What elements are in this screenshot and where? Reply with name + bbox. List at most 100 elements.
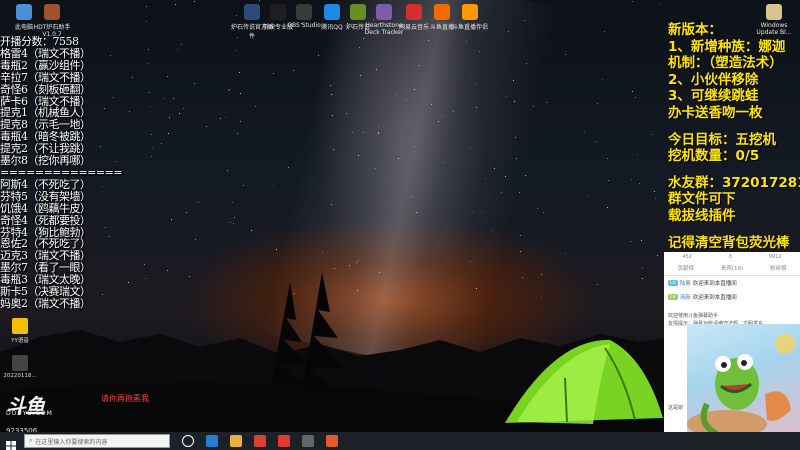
score-overlay: 开播分数：7558 格雷4（瑞文不播） 毒瓶2（赢沙组件） 辛拉7（瑞文不播） 奇怪6（…: [0, 36, 123, 310]
desktop-icon-yy[interactable]: YY语音: [0, 318, 40, 344]
star: [542, 212, 544, 214]
stat-gifts: 8: [728, 254, 732, 260]
taskbar-app-icon[interactable]: [254, 435, 266, 447]
star: [415, 211, 417, 213]
overlay-line: 芬特5（没有架墙）: [0, 189, 91, 203]
notice-line: 3、可继续跳蛙: [668, 88, 759, 105]
star: [254, 105, 256, 107]
overlay-line: 奇怪4（死都要投）: [0, 213, 91, 227]
star: [638, 182, 640, 184]
star: [258, 0, 260, 1]
tab-fans[interactable]: 粉丝榜: [770, 264, 787, 272]
chat-user[interactable]: 清新: [680, 293, 691, 301]
star: [357, 154, 359, 156]
star: [518, 192, 520, 194]
star: [465, 40, 467, 42]
app-icon: [766, 4, 782, 20]
star: [195, 238, 197, 240]
stream-notice: 新版本： 1、新增种族：娜迦 机制：（塑造法术） 2、小伙伴移除 3、可继续跳蛙 办卡送香…: [668, 22, 800, 251]
taskbar-app-icon[interactable]: [206, 435, 218, 447]
star: [150, 155, 152, 157]
chat-text: 欢迎来到本直播间: [692, 295, 737, 301]
star: [104, 226, 106, 228]
star: [102, 185, 104, 187]
star: [273, 184, 275, 186]
taskbar-app-icon[interactable]: [182, 435, 194, 447]
overlay-line: 奇怪6（刻板砸翻）: [0, 82, 91, 96]
star: [512, 80, 514, 81]
star: [232, 222, 234, 224]
star: [410, 195, 412, 197]
desktop-icon[interactable]: HDT炉石助手V1.0.7: [30, 4, 74, 38]
notice-line: 挖机数量：0/5: [668, 148, 760, 165]
star: [180, 44, 182, 46]
app-icon: [376, 4, 392, 20]
windows-start-icon[interactable]: [6, 436, 16, 450]
star: [362, 37, 364, 39]
taskbar: ⌕ 在这里输入你要搜索的内容: [0, 432, 800, 450]
level-badge: Lv: [668, 294, 678, 300]
star: [607, 158, 609, 160]
taskbar-search[interactable]: ⌕ 在这里输入你要搜索的内容: [24, 434, 170, 448]
star: [287, 166, 289, 168]
star: [597, 103, 599, 105]
star: [427, 39, 429, 41]
star: [331, 93, 333, 95]
star: [205, 125, 207, 127]
star: [532, 105, 534, 107]
star: [151, 134, 153, 136]
system-text: 欢迎使用斗鱼弹幕助手: [668, 313, 719, 319]
overlay-line: 阿斯4（不死吃了）: [0, 177, 91, 191]
tab-contrib[interactable]: 贡献榜: [677, 264, 694, 272]
star: [148, 63, 150, 65]
star: [601, 79, 603, 81]
desktop-icon[interactable]: 斗鱼直播伴侣: [448, 4, 492, 31]
star: [546, 102, 548, 104]
star: [637, 154, 639, 156]
star: [230, 221, 232, 223]
star: [524, 174, 526, 176]
star: [607, 207, 609, 209]
star: [103, 107, 105, 109]
tab-vip[interactable]: 贵宾(19): [721, 264, 743, 272]
star: [565, 50, 567, 52]
star: [234, 216, 236, 218]
star: [239, 93, 241, 95]
star: [166, 76, 168, 78]
desktop-icon-file[interactable]: 20220118...: [0, 355, 40, 379]
star: [654, 190, 656, 192]
level-badge: Lv: [668, 280, 678, 286]
stat-fans: 452: [682, 254, 692, 260]
star: [430, 103, 432, 105]
chat-user[interactable]: 陆离: [680, 279, 691, 287]
taskbar-app-icon[interactable]: [302, 435, 314, 447]
star: [523, 20, 525, 21]
star: [243, 184, 245, 186]
danmaku-red-text: 请你再拖素我: [101, 394, 149, 403]
star: [640, 239, 642, 241]
desktop-icon-label: YY语音: [11, 338, 29, 344]
taskbar-app-icon[interactable]: [278, 435, 290, 447]
search-icon: ⌕: [29, 437, 33, 444]
star: [169, 117, 171, 119]
star: [507, 30, 509, 32]
star: [145, 6, 147, 8]
glowing-tent: [505, 339, 663, 424]
star: [109, 235, 111, 237]
star: [651, 133, 653, 135]
star: [317, 55, 319, 57]
app-icon: [462, 4, 478, 20]
taskbar-app-icon[interactable]: [326, 435, 338, 447]
notice-line: 新版本：: [668, 22, 722, 38]
star: [183, 108, 185, 110]
star: [149, 91, 151, 93]
star: [494, 167, 496, 169]
star: [172, 97, 174, 99]
notice-line: 办卡送香吻一枚: [668, 104, 763, 121]
taskbar-app-icon[interactable]: [230, 435, 242, 447]
notice-line: 1、新增种族：娜迦: [668, 38, 786, 55]
star: [176, 49, 178, 51]
star: [525, 62, 527, 64]
chat-footer-text: 这是斯: [668, 405, 684, 411]
star: [186, 212, 188, 214]
